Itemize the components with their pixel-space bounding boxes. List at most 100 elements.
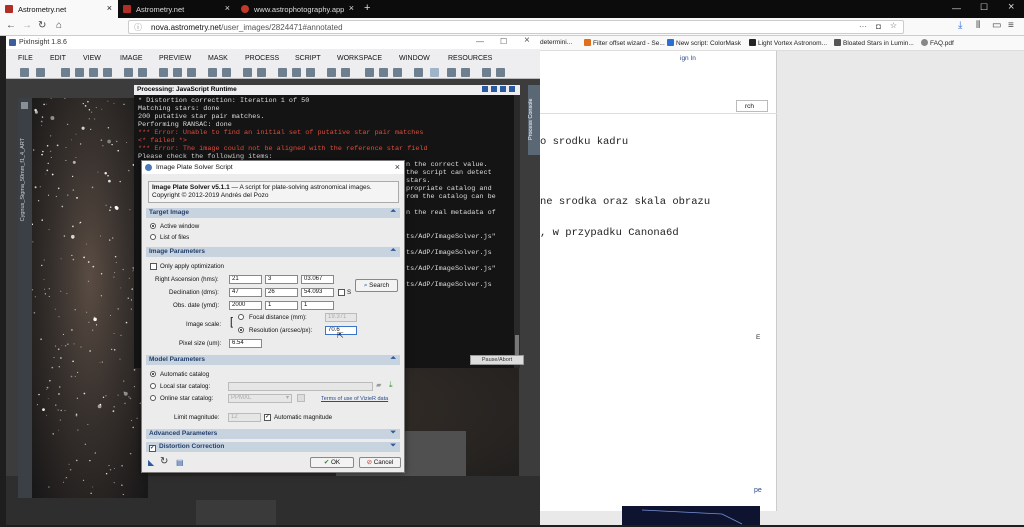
bookmark-item[interactable]: Bloated Stars in Lumin... bbox=[834, 39, 914, 47]
online-catalog-select[interactable]: PPMXL ▾ bbox=[228, 394, 292, 403]
toolbar-icon[interactable] bbox=[187, 68, 196, 77]
menu-script[interactable]: SCRIPT bbox=[295, 55, 321, 62]
sidebar-icon[interactable]: ▭ bbox=[992, 20, 1001, 31]
console-maximize-icon[interactable] bbox=[500, 86, 506, 92]
download-icon[interactable]: ⤓ bbox=[958, 20, 962, 31]
menu-edit[interactable]: EDIT bbox=[50, 55, 66, 62]
window-menu-icon[interactable] bbox=[21, 102, 28, 109]
local-catalog-radio[interactable] bbox=[150, 383, 156, 389]
ra-hours-input[interactable]: 21 bbox=[229, 275, 262, 284]
console-close-icon[interactable] bbox=[509, 86, 515, 92]
info-icon[interactable]: ⓘ bbox=[134, 22, 142, 33]
zoom-icon[interactable] bbox=[461, 68, 470, 77]
menu-mask[interactable]: MASK bbox=[208, 55, 228, 62]
ra-minutes-input[interactable]: 3 bbox=[265, 275, 298, 284]
focal-distance-input[interactable]: 19.371 bbox=[325, 313, 357, 322]
bookmark-item[interactable]: New script: ColorMask bbox=[667, 39, 741, 47]
expand-icon[interactable]: ⏷ bbox=[390, 429, 396, 437]
toolbar-icon[interactable] bbox=[257, 68, 266, 77]
sign-in-link[interactable]: ign In bbox=[680, 55, 696, 62]
console-scrollbar[interactable] bbox=[514, 95, 520, 368]
toolbar-icon[interactable] bbox=[278, 68, 287, 77]
menu-file[interactable]: FILE bbox=[18, 55, 33, 62]
minimize-icon[interactable]: — bbox=[476, 37, 484, 46]
tab-astrophotography-app[interactable]: www.astrophotography.app × bbox=[236, 0, 360, 18]
console-shade-icon[interactable] bbox=[491, 86, 497, 92]
search-coordinates-button[interactable]: ⌕ Search bbox=[355, 279, 398, 292]
console-float-icon[interactable] bbox=[482, 86, 488, 92]
toolbar-icon[interactable] bbox=[365, 68, 374, 77]
redo-icon[interactable] bbox=[36, 68, 45, 77]
toolbar-icon[interactable] bbox=[306, 68, 315, 77]
automatic-magnitude-checkbox[interactable]: ✓ bbox=[264, 414, 271, 421]
pixel-size-input[interactable]: 6.54 bbox=[229, 339, 262, 348]
undo-icon[interactable] bbox=[20, 68, 29, 77]
list-of-files-radio[interactable] bbox=[150, 234, 156, 240]
close-tab-icon[interactable]: × bbox=[107, 3, 112, 13]
menu-workspace[interactable]: WORKSPACE bbox=[337, 55, 382, 62]
pause-abort-button[interactable]: Pause/Abort bbox=[470, 355, 524, 365]
astro-image[interactable] bbox=[31, 97, 149, 498]
cancel-button[interactable]: ⊘ Cancel bbox=[359, 457, 401, 468]
new-image-icon[interactable] bbox=[61, 68, 70, 77]
menu-preview[interactable]: PREVIEW bbox=[159, 55, 191, 62]
collapse-icon[interactable]: ⏶ bbox=[390, 355, 396, 363]
home-icon[interactable]: ⌂ bbox=[56, 20, 62, 31]
bookmark-star-icon[interactable]: ☆ bbox=[890, 21, 897, 30]
page-link-fragment[interactable]: pe bbox=[754, 487, 762, 494]
image-window[interactable]: Cygnus_Sigma_50mm_f1_4_ART bbox=[18, 97, 149, 498]
process-console-tab[interactable]: Process Console bbox=[528, 85, 540, 155]
automatic-catalog-radio[interactable] bbox=[150, 371, 156, 377]
ra-seconds-input[interactable]: 03.067 bbox=[301, 275, 334, 284]
vizier-terms-link[interactable]: Terms of use of VizieR data bbox=[321, 396, 388, 402]
maximize-icon[interactable]: ☐ bbox=[500, 37, 507, 46]
close-window-icon[interactable]: × bbox=[1008, 1, 1014, 13]
section-distortion-correction[interactable]: ✓ Distortion Correction ⏷ bbox=[146, 442, 400, 452]
toolbar-icon[interactable] bbox=[173, 68, 182, 77]
toolbar-icon[interactable] bbox=[327, 68, 336, 77]
catalog-settings-icon[interactable] bbox=[297, 394, 305, 402]
toolbar-icon[interactable] bbox=[482, 68, 491, 77]
toolbar-icon[interactable] bbox=[243, 68, 252, 77]
search-button[interactable]: rch bbox=[736, 100, 768, 112]
menu-resources[interactable]: RESOURCES bbox=[448, 55, 492, 62]
new-instance-icon[interactable]: ◣ bbox=[148, 458, 154, 467]
online-catalog-radio[interactable] bbox=[150, 395, 156, 401]
bookmark-item[interactable]: Filter offset wizard - Se... bbox=[584, 39, 665, 47]
thumbnail-image[interactable] bbox=[622, 506, 760, 525]
reload-icon[interactable]: ↻ bbox=[38, 20, 46, 31]
toolbar-icon[interactable] bbox=[208, 68, 217, 77]
section-advanced-parameters[interactable]: Advanced Parameters ⏷ bbox=[146, 429, 400, 439]
toolbar-icon[interactable] bbox=[292, 68, 301, 77]
new-tab-button[interactable]: + bbox=[364, 2, 370, 14]
tab-astrometry-2[interactable]: Astrometry.net × bbox=[118, 0, 236, 18]
obs-year-input[interactable]: 2000 bbox=[229, 301, 262, 310]
dialog-close-icon[interactable]: × bbox=[395, 162, 400, 172]
resolution-radio[interactable] bbox=[238, 327, 244, 333]
save-as-icon[interactable] bbox=[103, 68, 112, 77]
active-window-radio[interactable] bbox=[150, 223, 156, 229]
toolbar-icon[interactable] bbox=[159, 68, 168, 77]
library-icon[interactable]: ⫴ bbox=[976, 20, 980, 31]
close-tab-icon[interactable]: × bbox=[225, 3, 230, 13]
maximize-icon[interactable]: ☐ bbox=[980, 2, 988, 13]
toolbar-icon[interactable] bbox=[414, 68, 423, 77]
minimize-icon[interactable]: — bbox=[952, 3, 961, 13]
toolbar-icon[interactable] bbox=[138, 68, 147, 77]
dec-degrees-input[interactable]: 47 bbox=[229, 288, 262, 297]
toolbar-icon[interactable] bbox=[393, 68, 402, 77]
folder-icon[interactable]: ▰ bbox=[376, 381, 381, 389]
back-icon[interactable]: ← bbox=[6, 20, 16, 31]
dec-seconds-input[interactable]: 54.093 bbox=[301, 288, 334, 297]
section-model-parameters[interactable]: Model Parameters ⏶ bbox=[146, 355, 400, 365]
zoom-fit-icon[interactable] bbox=[447, 68, 456, 77]
menu-view[interactable]: VIEW bbox=[83, 55, 101, 62]
menu-icon[interactable]: ≡ bbox=[1008, 20, 1014, 31]
collapse-icon[interactable]: ⏶ bbox=[390, 247, 396, 255]
save-icon[interactable] bbox=[89, 68, 98, 77]
bookmark-item[interactable]: Light Vortex Astronom... bbox=[749, 39, 827, 47]
toolbar-icon[interactable] bbox=[379, 68, 388, 77]
toolbar-icon[interactable] bbox=[222, 68, 231, 77]
menu-process[interactable]: PROCESS bbox=[245, 55, 279, 62]
expand-icon[interactable]: ⏷ bbox=[390, 442, 396, 450]
